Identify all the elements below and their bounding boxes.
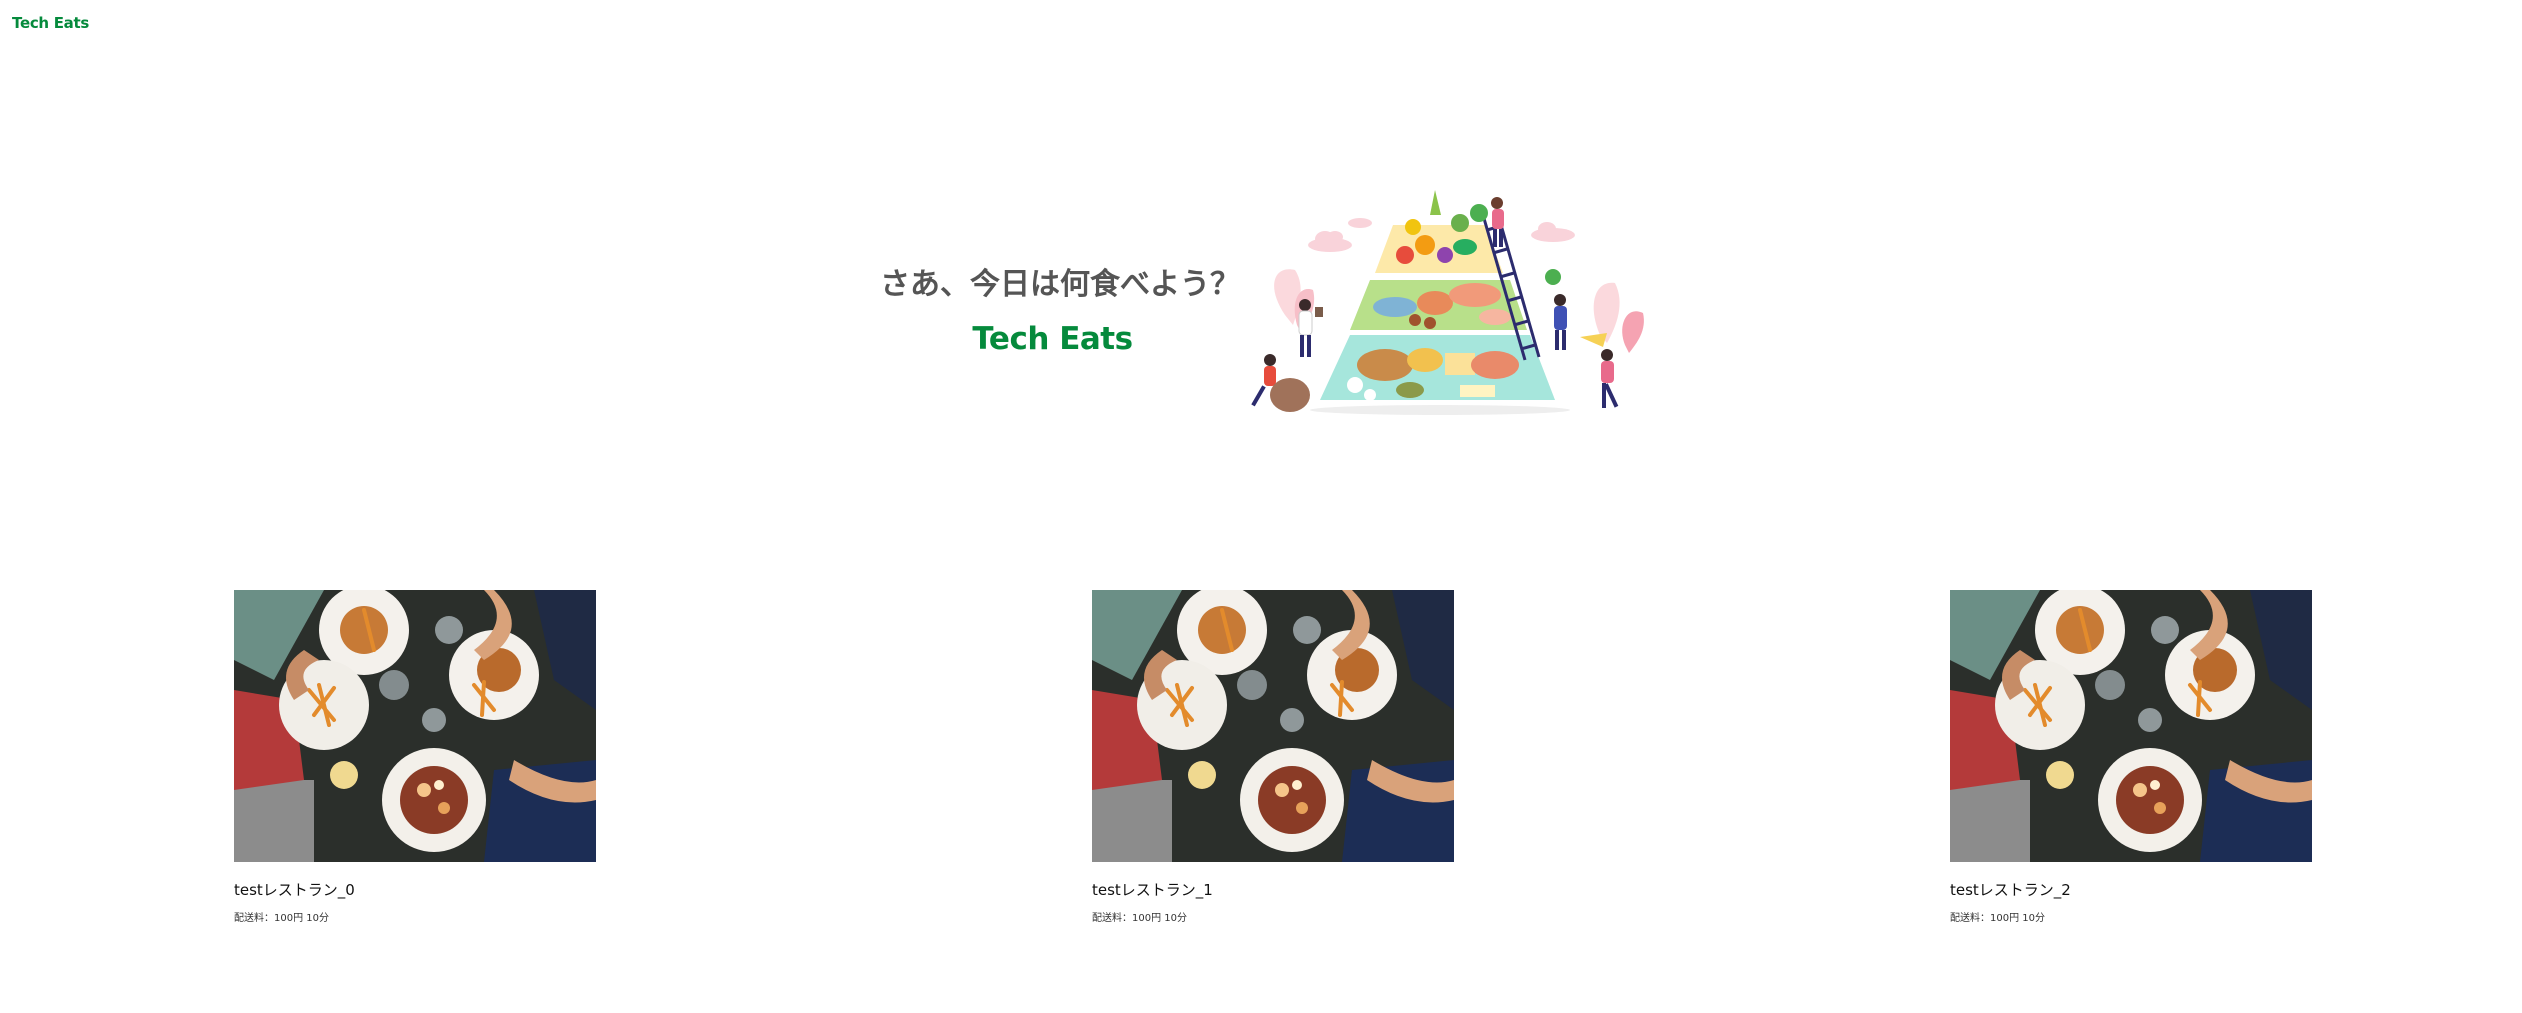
restaurant-food-photo[interactable]	[1950, 590, 2312, 862]
restaurant-delivery-info: 配送料：100円 10分	[234, 913, 329, 924]
header: Tech Eats	[12, 12, 89, 34]
restaurant-name[interactable]: testレストラン_0	[234, 880, 596, 900]
restaurant-food-photo[interactable]	[234, 590, 596, 862]
person-cheese-icon	[1580, 333, 1619, 408]
person-potato-icon	[1251, 354, 1310, 412]
hero-logo: Tech Eats	[972, 321, 1133, 357]
header-logo-link[interactable]: Tech Eats	[12, 12, 89, 34]
restaurant-delivery-info: 配送料：100円 10分	[1950, 913, 2045, 924]
restaurant-delivery-info: 配送料：100円 10分	[1092, 913, 1187, 924]
hero-catch-copy: さあ、今日は何食べよう？	[880, 267, 1240, 302]
restaurant-card[interactable]: testレストラン_2 配送料：100円 10分	[1950, 590, 2312, 926]
person-broccoli-icon	[1545, 269, 1567, 350]
restaurant-name[interactable]: testレストラン_2	[1950, 880, 2312, 900]
hero-text-block: さあ、今日は何食べよう？ Tech Eats	[880, 265, 1240, 359]
restaurant-card[interactable]: testレストラン_0 配送料：100円 10分	[234, 590, 596, 926]
restaurant-card[interactable]: testレストラン_1 配送料：100円 10分	[1092, 590, 1454, 926]
restaurant-food-photo[interactable]	[1092, 590, 1454, 862]
restaurant-name[interactable]: testレストラン_1	[1092, 880, 1454, 900]
food-pyramid-illustration	[1251, 190, 1644, 415]
hero-section: さあ、今日は何食べよう？ Tech Eats	[880, 185, 1660, 425]
